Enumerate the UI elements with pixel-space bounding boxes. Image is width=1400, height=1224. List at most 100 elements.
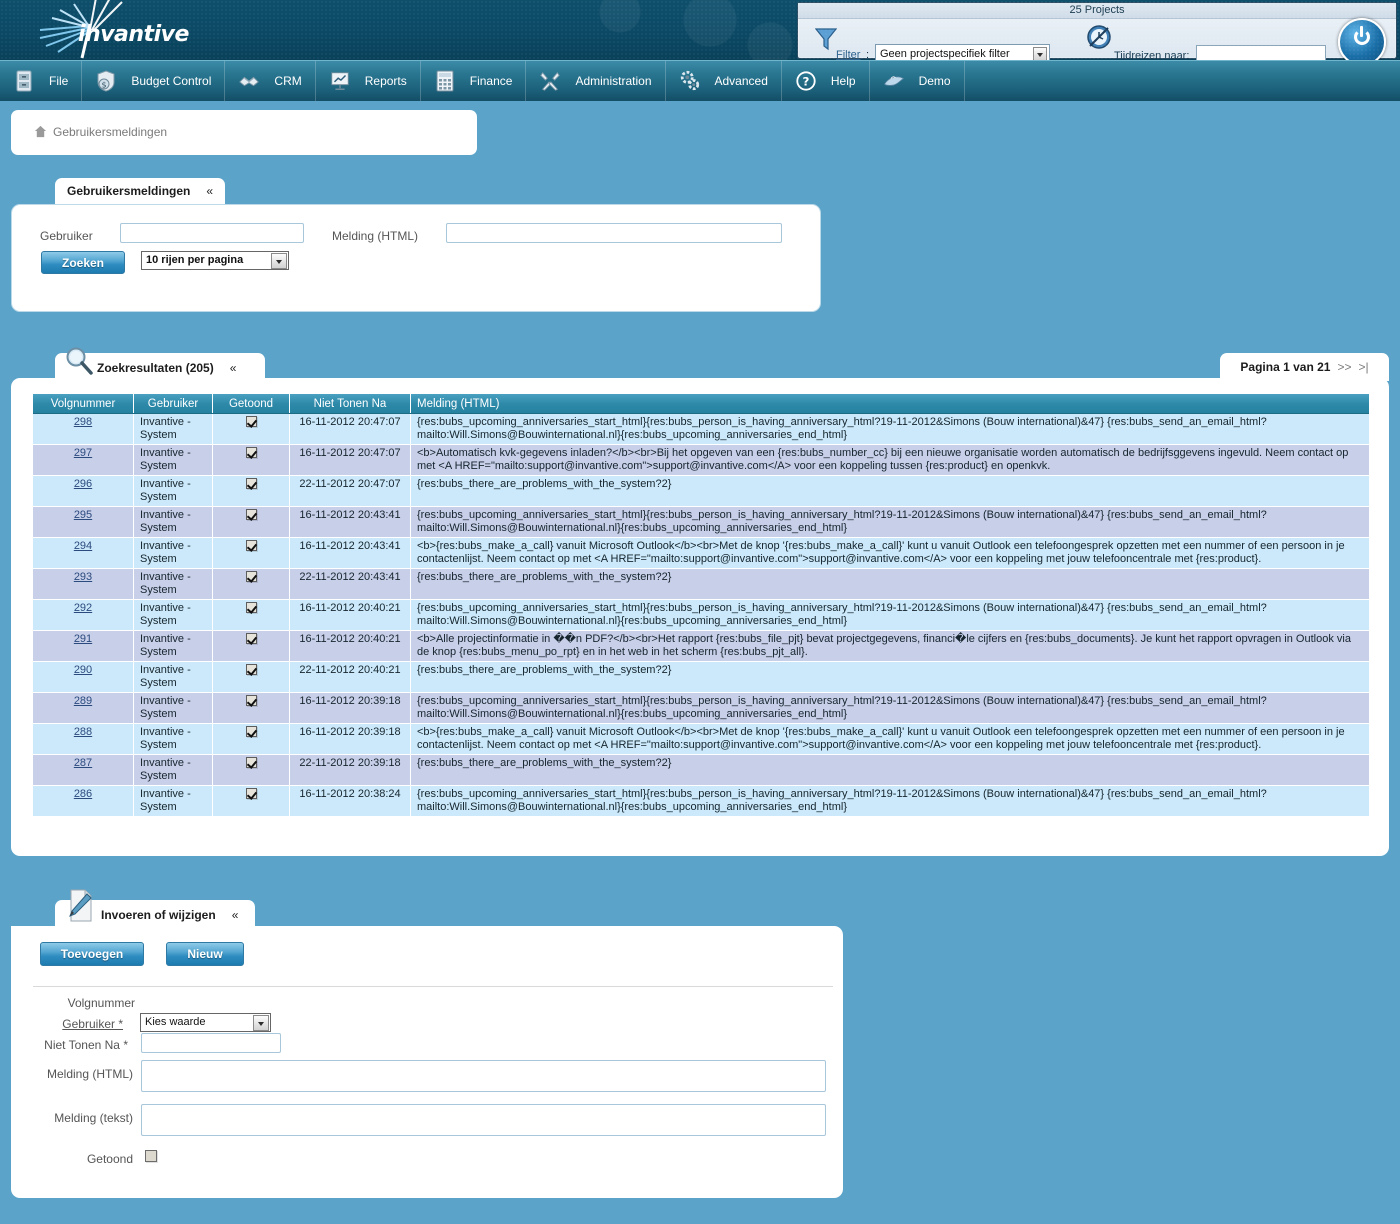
row-link[interactable]: 292: [74, 602, 92, 614]
col-melding[interactable]: Melding (HTML): [410, 394, 1369, 414]
filter-link[interactable]: Filter: [836, 49, 860, 60]
breadcrumb-label[interactable]: Gebruikersmeldingen: [53, 125, 167, 139]
niet-tonen-na-input[interactable]: [141, 1033, 281, 1053]
menu-label: Administration: [575, 74, 652, 88]
rows-per-page-select[interactable]: 10 rijen per pagina: [141, 251, 289, 270]
row-link[interactable]: 295: [74, 509, 92, 521]
cell-gebruiker: Invantive - System: [133, 630, 213, 662]
label-gebruiker[interactable]: Gebruiker *: [11, 1017, 123, 1031]
table-row[interactable]: 296 Invantive - System 22-11-2012 20:47:07…: [33, 475, 1369, 507]
table-row[interactable]: 294 Invantive - System 16-11-2012 20:43:41…: [33, 537, 1369, 569]
tab-invoeren-of-wijzigen[interactable]: Invoeren of wijzigen «: [55, 889, 255, 929]
svg-text:?: ?: [802, 75, 809, 89]
getoond-checkbox[interactable]: [145, 1150, 157, 1162]
row-link[interactable]: 287: [74, 757, 92, 769]
menu-item-budget-control[interactable]: $ Budget Control: [82, 61, 226, 101]
table-row[interactable]: 292 Invantive - System 16-11-2012 20:40:21…: [33, 599, 1369, 631]
project-filter-select[interactable]: Geen projectspecifiek filter: [875, 44, 1050, 60]
cell-gebruiker: Invantive - System: [133, 692, 213, 724]
row-checkbox[interactable]: [245, 509, 257, 520]
row-checkbox[interactable]: [245, 416, 257, 427]
question-mark-icon: ?: [796, 71, 816, 91]
row-link[interactable]: 296: [74, 478, 92, 490]
cell-volgnummer: 295: [33, 506, 134, 538]
menu-item-crm[interactable]: CRM: [225, 61, 316, 101]
time-travel-input[interactable]: [1196, 45, 1326, 60]
cell-niet-tonen-na: 16-11-2012 20:40:21: [289, 599, 411, 631]
search-button[interactable]: Zoeken: [41, 251, 125, 274]
chevron-up-icon[interactable]: «: [232, 908, 239, 922]
table-row[interactable]: 291 Invantive - System 16-11-2012 20:40:21…: [33, 630, 1369, 662]
rows-per-page-value: 10 rijen per pagina: [146, 254, 244, 266]
row-checkbox[interactable]: [245, 447, 257, 458]
menu-item-reports[interactable]: Reports: [316, 61, 421, 101]
tab-gebruikersmeldingen[interactable]: Gebruikersmeldingen «: [55, 178, 225, 204]
row-link[interactable]: 298: [74, 416, 92, 428]
table-row[interactable]: 295 Invantive - System 16-11-2012 20:43:41…: [33, 506, 1369, 538]
table-row[interactable]: 298 Invantive - System 16-11-2012 20:47:07…: [33, 413, 1369, 445]
table-row[interactable]: 297 Invantive - System 16-11-2012 20:47:07…: [33, 444, 1369, 476]
filter-funnel-icon[interactable]: [815, 27, 837, 51]
row-checkbox[interactable]: [245, 757, 257, 768]
table-row[interactable]: 288 Invantive - System 16-11-2012 20:39:18…: [33, 723, 1369, 755]
menu-item-file[interactable]: File: [0, 61, 83, 101]
row-link[interactable]: 286: [74, 788, 92, 800]
row-checkbox[interactable]: [245, 695, 257, 706]
menu-item-advanced[interactable]: Advanced: [666, 61, 782, 101]
project-filter-panel: 25 Projects Filter : Geen projectspecifi…: [797, 2, 1397, 60]
next-page-button[interactable]: >>: [1337, 360, 1351, 374]
home-icon[interactable]: [34, 125, 47, 138]
row-checkbox[interactable]: [245, 726, 257, 737]
gebruiker-select[interactable]: Kies waarde: [140, 1013, 271, 1032]
row-checkbox[interactable]: [245, 478, 257, 489]
row-checkbox[interactable]: [245, 633, 257, 644]
table-row[interactable]: 286 Invantive - System 16-11-2012 20:38:24…: [33, 785, 1369, 817]
cell-gebruiker: Invantive - System: [133, 444, 213, 476]
chevron-down-icon[interactable]: [271, 253, 287, 269]
new-button[interactable]: Nieuw: [166, 942, 244, 966]
col-niet-tonen-na[interactable]: Niet Tonen Na: [289, 394, 411, 414]
menu-item-finance[interactable]: Finance: [421, 61, 527, 101]
menu-item-help[interactable]: ? Help: [782, 61, 870, 101]
chevron-up-icon[interactable]: «: [230, 361, 237, 375]
cell-gebruiker: Invantive - System: [133, 661, 213, 693]
menu-item-administration[interactable]: Administration: [526, 61, 666, 101]
getoond-checkbox-wrap[interactable]: [145, 1150, 157, 1165]
time-travel-clock-icon[interactable]: [1086, 24, 1112, 50]
chevron-up-icon[interactable]: «: [206, 184, 213, 198]
menu-item-demo[interactable]: Demo: [870, 61, 965, 101]
row-link[interactable]: 290: [74, 664, 92, 676]
logo[interactable]: invantive: [30, 0, 230, 60]
svg-text:$: $: [102, 81, 107, 90]
search-user-input[interactable]: [120, 223, 304, 243]
melding-html-input[interactable]: [141, 1060, 826, 1092]
row-checkbox[interactable]: [245, 540, 257, 551]
row-checkbox[interactable]: [245, 571, 257, 582]
row-link[interactable]: 297: [74, 447, 92, 459]
row-link[interactable]: 288: [74, 726, 92, 738]
search-message-input[interactable]: [446, 223, 782, 243]
row-checkbox[interactable]: [245, 788, 257, 799]
dolphin-icon: [883, 76, 904, 86]
logout-power-button[interactable]: [1338, 18, 1386, 60]
row-link[interactable]: 291: [74, 633, 92, 645]
row-link[interactable]: 293: [74, 571, 92, 583]
chevron-down-icon[interactable]: [253, 1015, 269, 1031]
row-link[interactable]: 289: [74, 695, 92, 707]
table-row[interactable]: 290 Invantive - System 22-11-2012 20:40:21…: [33, 661, 1369, 693]
chevron-down-icon[interactable]: [1033, 47, 1047, 60]
add-button[interactable]: Toevoegen: [40, 942, 144, 966]
col-gebruiker[interactable]: Gebruiker: [133, 394, 213, 414]
last-page-button[interactable]: >|: [1358, 360, 1368, 374]
table-row[interactable]: 289 Invantive - System 16-11-2012 20:39:18…: [33, 692, 1369, 724]
row-link[interactable]: 294: [74, 540, 92, 552]
melding-tekst-input[interactable]: [141, 1104, 826, 1136]
col-volgnummer[interactable]: Volgnummer: [33, 394, 134, 414]
table-row[interactable]: 287 Invantive - System 22-11-2012 20:39:18…: [33, 754, 1369, 786]
row-checkbox[interactable]: [245, 664, 257, 675]
menu-label: Finance: [469, 74, 513, 88]
table-row[interactable]: 293 Invantive - System 22-11-2012 20:43:41…: [33, 568, 1369, 600]
row-checkbox[interactable]: [245, 602, 257, 613]
col-getoond[interactable]: Getoond: [212, 394, 290, 414]
cell-gebruiker: Invantive - System: [133, 723, 213, 755]
